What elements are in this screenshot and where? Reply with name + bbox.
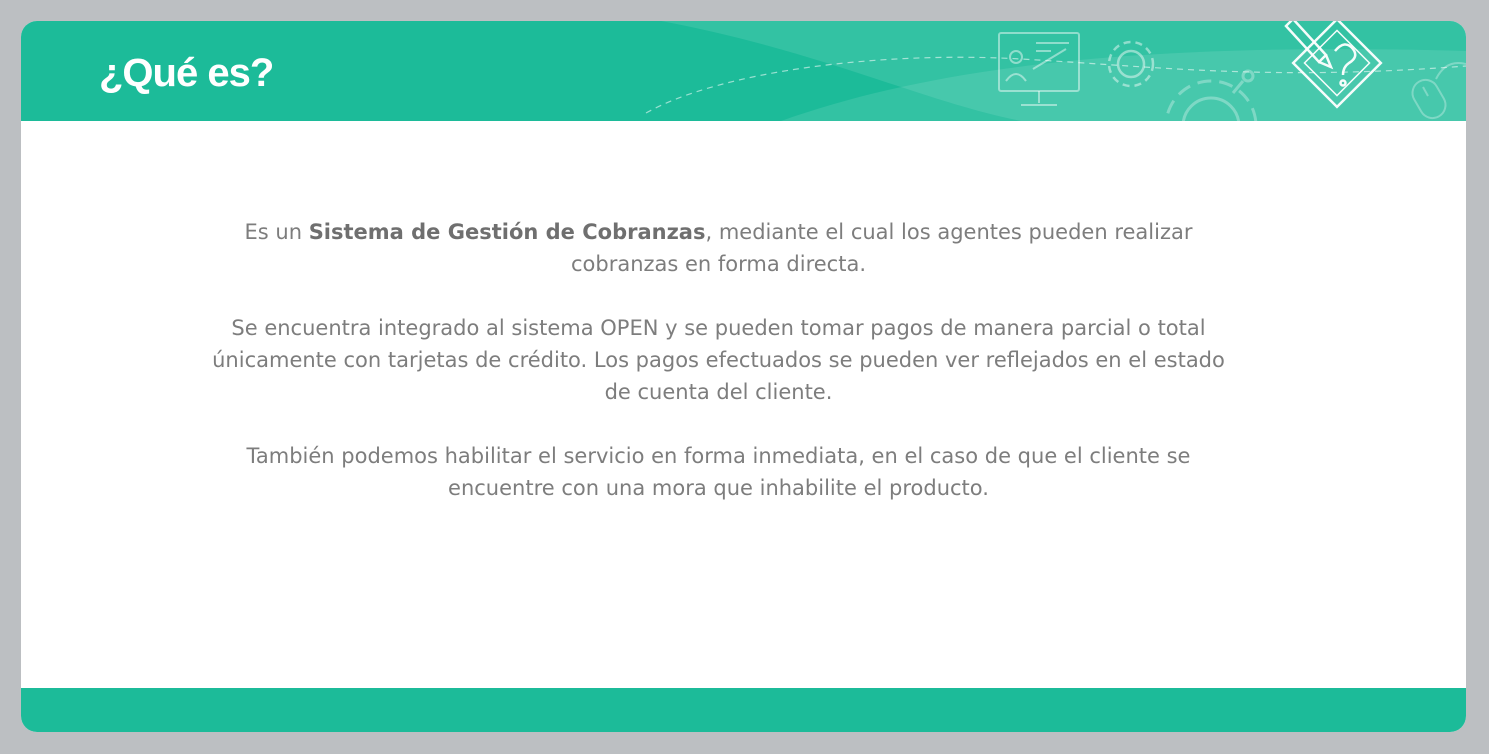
system-name-highlight: Sistema de Gestión de Cobranzas (308, 220, 706, 244)
header-banner: ¿Qué es? (21, 21, 1466, 121)
description-block: Es un Sistema de Gestión de Cobranzas, m… (211, 216, 1226, 536)
paragraph-integration: Se encuentra integrado al sistema OPEN y… (212, 316, 1225, 404)
footer-bar (21, 688, 1466, 732)
paragraph-definition-lead: Es un (244, 220, 309, 244)
page-title: ¿Qué es? (99, 51, 274, 95)
slide-card: ¿Qué es? Es un Sistema de Gestión de Cob… (21, 21, 1466, 732)
paragraph-definition: Es un Sistema de Gestión de Cobranzas, m… (211, 216, 1226, 280)
paragraph-enablement: También podemos habilitar el servicio en… (246, 444, 1191, 500)
